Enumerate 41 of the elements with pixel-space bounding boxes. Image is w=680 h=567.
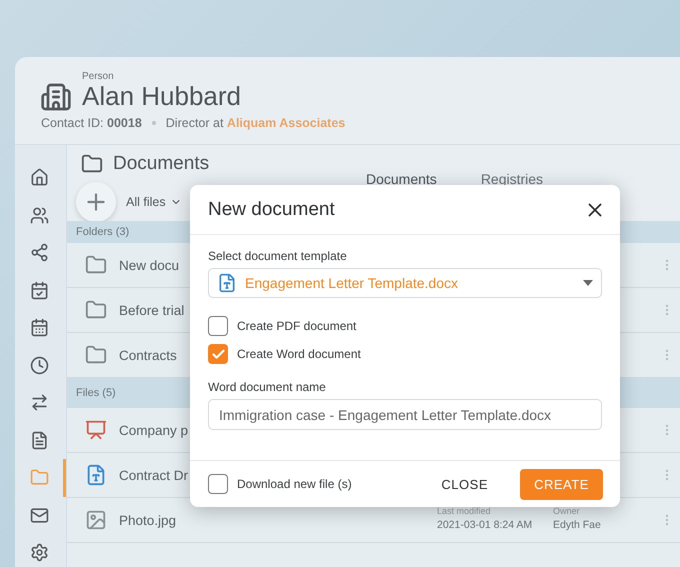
- record-type: Person: [82, 71, 115, 82]
- checkbox-label: Create PDF document: [237, 319, 356, 333]
- checkbox[interactable]: [208, 474, 228, 494]
- presentation-file-icon: [85, 419, 107, 441]
- building-icon: [40, 81, 72, 113]
- file-name: Photo.jpg: [119, 512, 176, 528]
- column-label: Owner: [553, 506, 581, 516]
- file-name: Company p: [119, 422, 188, 438]
- folder-name: Contracts: [119, 348, 177, 362]
- close-button[interactable]: CLOSE: [426, 468, 503, 500]
- caret-icon: [583, 280, 593, 286]
- checkbox[interactable]: [208, 344, 228, 364]
- folder-icon: [85, 254, 107, 276]
- dialog-title: New document: [208, 198, 335, 220]
- document-name-field[interactable]: Immigration case - Engagement Letter Template.docx: [208, 399, 602, 430]
- section-title: Documents: [113, 153, 210, 175]
- tab[interactable]: Documents: [366, 171, 437, 187]
- contact-id: Contact ID: 00018: [41, 116, 142, 130]
- checkbox-label: Create Word document: [237, 347, 361, 361]
- add-button[interactable]: [76, 182, 116, 222]
- column-label: Last modified: [437, 506, 492, 516]
- folder-icon: [85, 299, 107, 321]
- image-file-icon: [85, 509, 107, 531]
- tab[interactable]: Registries: [480, 171, 544, 187]
- check-icon: [210, 346, 226, 362]
- field-label: Word document name: [208, 380, 327, 394]
- field-label: Select document template: [208, 249, 348, 263]
- document-file-icon: [85, 464, 107, 486]
- folder-name: New docu: [119, 258, 180, 272]
- owner-name: Edyth Fae: [553, 519, 601, 531]
- folder-icon: [81, 153, 103, 175]
- folder-icon: [85, 344, 107, 366]
- document-file-icon: [217, 273, 237, 293]
- contact-name: Alan Hubbard: [82, 82, 242, 110]
- filter-dropdown[interactable]: All files: [126, 195, 182, 209]
- checkbox[interactable]: [208, 316, 228, 336]
- modified-date: 2021-03-01 8:24 AM: [437, 519, 532, 531]
- file-name: Contract Dr: [119, 468, 188, 482]
- folder-name: Before trial: [119, 302, 184, 318]
- contact-role: Director at Aliquam Associates: [166, 116, 346, 130]
- checkbox-label: Download new file (s): [237, 477, 352, 491]
